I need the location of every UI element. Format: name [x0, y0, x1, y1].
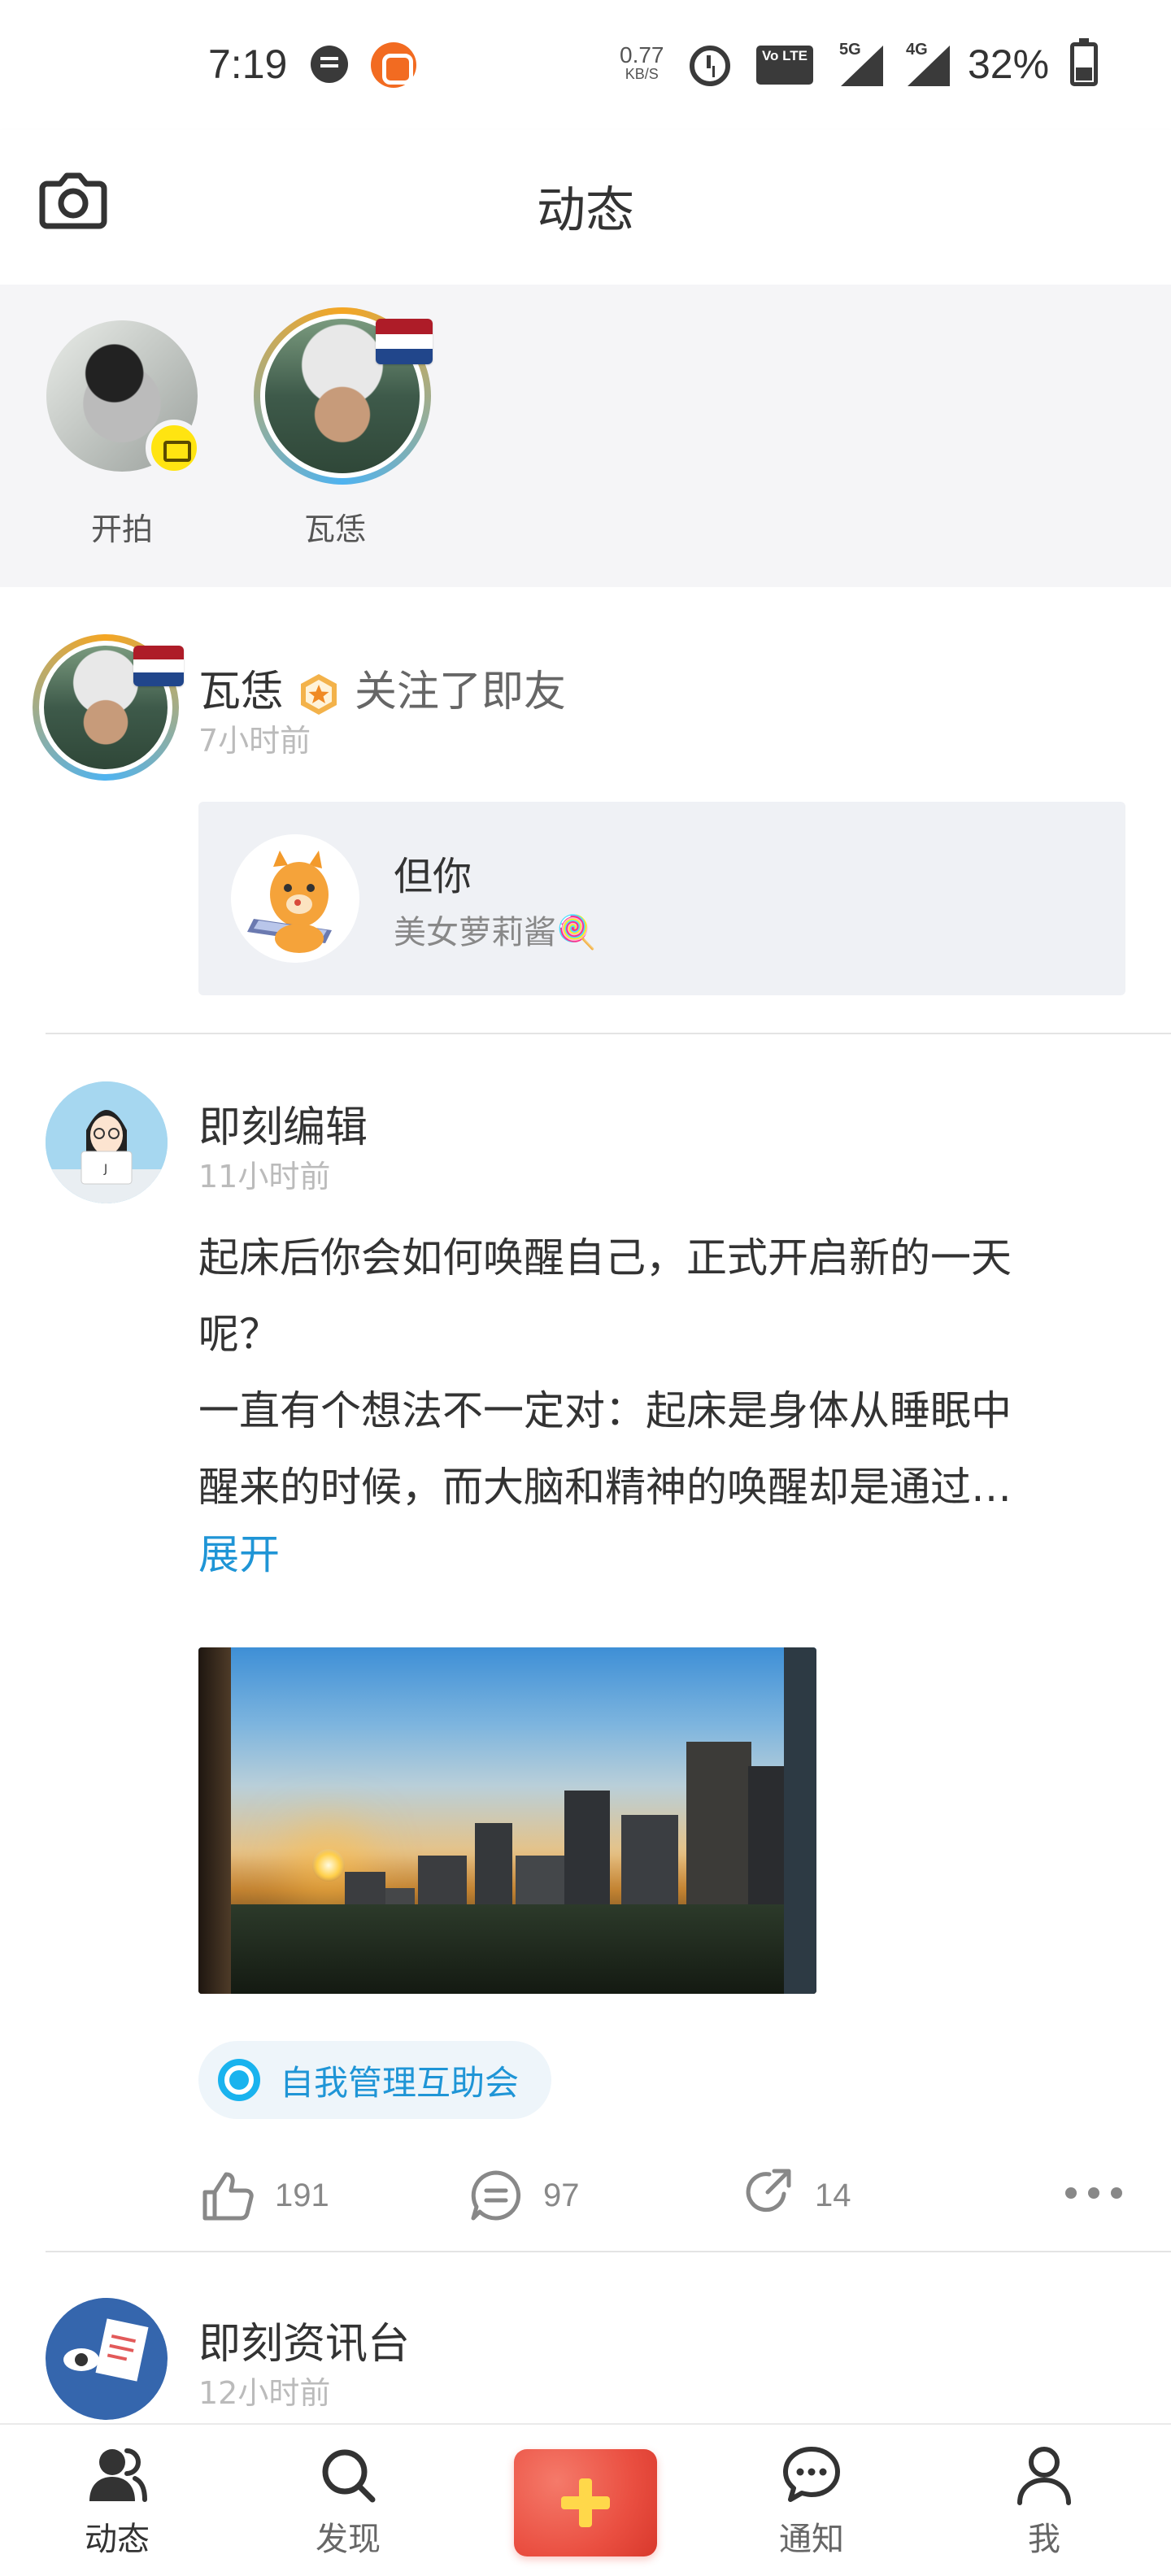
feed-divider [46, 1033, 1171, 1034]
chat-bubble-icon [779, 2443, 844, 2508]
like-count: 191 [275, 2177, 329, 2213]
nav-label: 通知 [779, 2521, 844, 2558]
mi-app-icon [371, 42, 416, 88]
topic-tag[interactable]: 自我管理互助会 [198, 2041, 552, 2119]
share-button[interactable]: 14 [738, 2163, 851, 2228]
publish-button[interactable] [514, 2449, 657, 2556]
hexagon-star-badge-icon [296, 672, 342, 717]
post-text-line: 呢？ [198, 1311, 280, 1358]
shared-user-name: 但你 [394, 854, 472, 899]
netherlands-flag-icon [133, 646, 184, 686]
post-image[interactable] [198, 1647, 816, 1994]
username[interactable]: 即刻编辑 [198, 1093, 368, 1154]
expand-link[interactable]: 展开 [198, 1522, 280, 1581]
post-text-line: 醒来的时候，而大脑和精神的唤醒却是通过… [198, 1464, 1012, 1511]
user-avatar[interactable]: J [46, 1081, 168, 1203]
battery-icon [1070, 38, 1098, 86]
message-notification-icon [311, 46, 348, 83]
post-text-line: 一直有个想法不一定对：起床是身体从睡眠中 [198, 1387, 1012, 1434]
search-icon [316, 2443, 381, 2508]
story-avatar [254, 307, 433, 485]
share-icon [746, 2169, 791, 2213]
stories-bar: 开拍 瓦恁 [0, 285, 1171, 587]
feed-header-1: 瓦恁 关注了即友 [198, 657, 566, 718]
svg-text:J: J [103, 1163, 107, 1176]
people-icon [85, 2443, 150, 2508]
signal-4g-icon: 4G [893, 41, 950, 86]
action-text: 关注了即友 [355, 668, 567, 716]
alarm-icon [690, 46, 730, 86]
status-time: 7:19 [208, 41, 288, 87]
shared-user-avatar [231, 834, 359, 963]
post-time: 11小时前 [198, 1159, 331, 1194]
username[interactable]: 瓦恁 [198, 668, 283, 716]
user-avatar[interactable] [46, 2298, 168, 2420]
shared-user-bio: 美女萝莉酱🍭 [394, 914, 597, 951]
topic-circle-icon [218, 2059, 260, 2101]
nav-item-notifications[interactable]: 通知 [730, 2425, 893, 2576]
signal-4g-label: 4G [906, 41, 928, 59]
comment-button[interactable]: 97 [467, 2163, 580, 2228]
post-body: 起床后你会如何唤醒自己，正式开启新的一天 呢？ 一直有个想法不一定对：起床是身体… [198, 1220, 1125, 1525]
shared-user-card[interactable]: 但你 美女萝莉酱🍭 [198, 802, 1125, 995]
like-button[interactable]: 191 [198, 2163, 329, 2228]
nav-item-discover[interactable]: 发现 [267, 2425, 429, 2576]
topic-label: 自我管理互助会 [280, 2062, 520, 2103]
netherlands-flag-icon [376, 319, 433, 364]
feed-divider [46, 2251, 1171, 2252]
nav-label: 我 [1028, 2521, 1060, 2558]
more-options-icon[interactable] [1065, 2184, 1125, 2202]
nav-label: 动态 [85, 2521, 150, 2558]
signal-5g-icon: 5G [826, 41, 883, 86]
volte-icon: Vo LTE [756, 46, 813, 85]
bottom-navigation: 动态 发现 通知 我 [0, 2423, 1171, 2576]
post-text-line: 起床后你会如何唤醒自己，正式开启新的一天 [198, 1234, 1012, 1281]
top-header: 动态 [0, 130, 1171, 285]
signal-5g-label: 5G [839, 41, 861, 59]
comment-icon [471, 2170, 521, 2221]
camera-badge-icon [146, 420, 202, 476]
username[interactable]: 即刻资讯台 [198, 2309, 410, 2370]
thumbs-up-icon [202, 2172, 254, 2221]
post-time: 7小时前 [198, 723, 311, 759]
nav-item-feed[interactable]: 动态 [36, 2425, 198, 2576]
battery-percent: 32% [968, 41, 1050, 87]
post-time: 12小时前 [198, 2375, 331, 2411]
story-item-user[interactable]: 瓦恁 [254, 307, 433, 549]
page-title: 动态 [537, 182, 634, 239]
person-icon [1012, 2443, 1077, 2508]
story-item-shoot[interactable]: 开拍 [41, 320, 203, 549]
story-label: 开拍 [90, 511, 153, 547]
network-speed-value: 0.77 [620, 42, 664, 67]
nav-label: 发现 [316, 2521, 381, 2558]
my-avatar [46, 320, 202, 476]
post-actions: 191 97 14 [198, 2163, 1125, 2228]
nav-item-me[interactable]: 我 [963, 2425, 1125, 2576]
network-speed: 0.77 KB/S [620, 42, 664, 82]
user-avatar[interactable] [33, 634, 184, 781]
story-label: 瓦恁 [303, 511, 366, 547]
status-bar: 7:19 0.77 KB/S Vo LTE 5G 4G 32% [0, 0, 1171, 130]
comment-count: 97 [543, 2177, 580, 2213]
network-speed-unit: KB/S [625, 66, 659, 82]
share-count: 14 [815, 2177, 851, 2213]
